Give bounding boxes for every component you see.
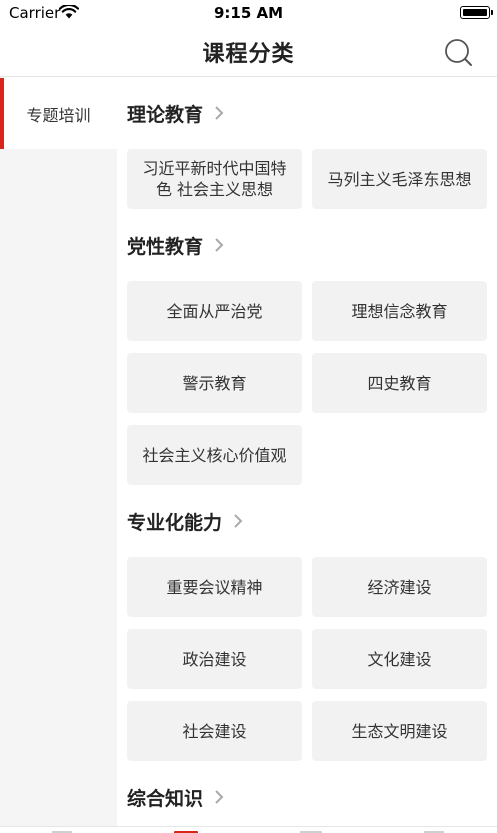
sidebar-item-label: 专题培训 [26, 106, 91, 125]
section-header-general-knowledge[interactable]: 综合知识 [127, 784, 225, 810]
search-icon[interactable] [440, 34, 476, 70]
section-title: 专业化能力 [127, 511, 223, 534]
status-bar: Carrier 9:15 AM [0, 0, 497, 26]
course-tile[interactable]: 政治建设 [127, 629, 302, 689]
section-header-theory[interactable]: 理论教育 [127, 100, 225, 126]
nav-bar: 课程分类 [0, 26, 497, 77]
course-tile[interactable]: 全面从严治党 [127, 281, 302, 341]
chevron-right-icon [215, 106, 224, 120]
section-header-professional-ability[interactable]: 专业化能力 [127, 508, 244, 534]
battery-icon [460, 6, 493, 19]
category-sidebar: 专题培训 [0, 78, 117, 833]
course-tile[interactable]: 习近平新时代中国特色 社会主义思想 [127, 149, 302, 209]
clock: 9:15 AM [213, 4, 284, 22]
course-tile[interactable]: 社会主义核心价值观 [127, 425, 302, 485]
course-tile[interactable]: 文化建设 [312, 629, 487, 689]
chevron-right-icon [234, 514, 243, 528]
course-tile[interactable]: 四史教育 [312, 353, 487, 413]
section-title: 党性教育 [127, 235, 204, 258]
section-header-party-spirit[interactable]: 党性教育 [127, 232, 225, 258]
chevron-right-icon [215, 238, 224, 252]
course-tile[interactable]: 经济建设 [312, 557, 487, 617]
section-title: 综合知识 [127, 787, 204, 810]
sidebar-item-topic-training[interactable]: 专题培训 [0, 78, 117, 149]
course-tile[interactable]: 重要会议精神 [127, 557, 302, 617]
course-tile[interactable]: 理想信念教育 [312, 281, 487, 341]
category-content: 理论教育 习近平新时代中国特色 社会主义思想 马列主义毛泽东思想 党性教育 全面… [117, 78, 497, 833]
course-tile[interactable]: 社会建设 [127, 701, 302, 761]
chevron-right-icon [215, 790, 224, 804]
page-title: 课程分类 [202, 42, 295, 67]
course-tile[interactable]: 生态文明建设 [312, 701, 487, 761]
tab-bar [0, 826, 497, 833]
section-title: 理论教育 [127, 103, 204, 126]
course-tile[interactable]: 警示教育 [127, 353, 302, 413]
course-tile[interactable]: 马列主义毛泽东思想 [312, 149, 487, 209]
